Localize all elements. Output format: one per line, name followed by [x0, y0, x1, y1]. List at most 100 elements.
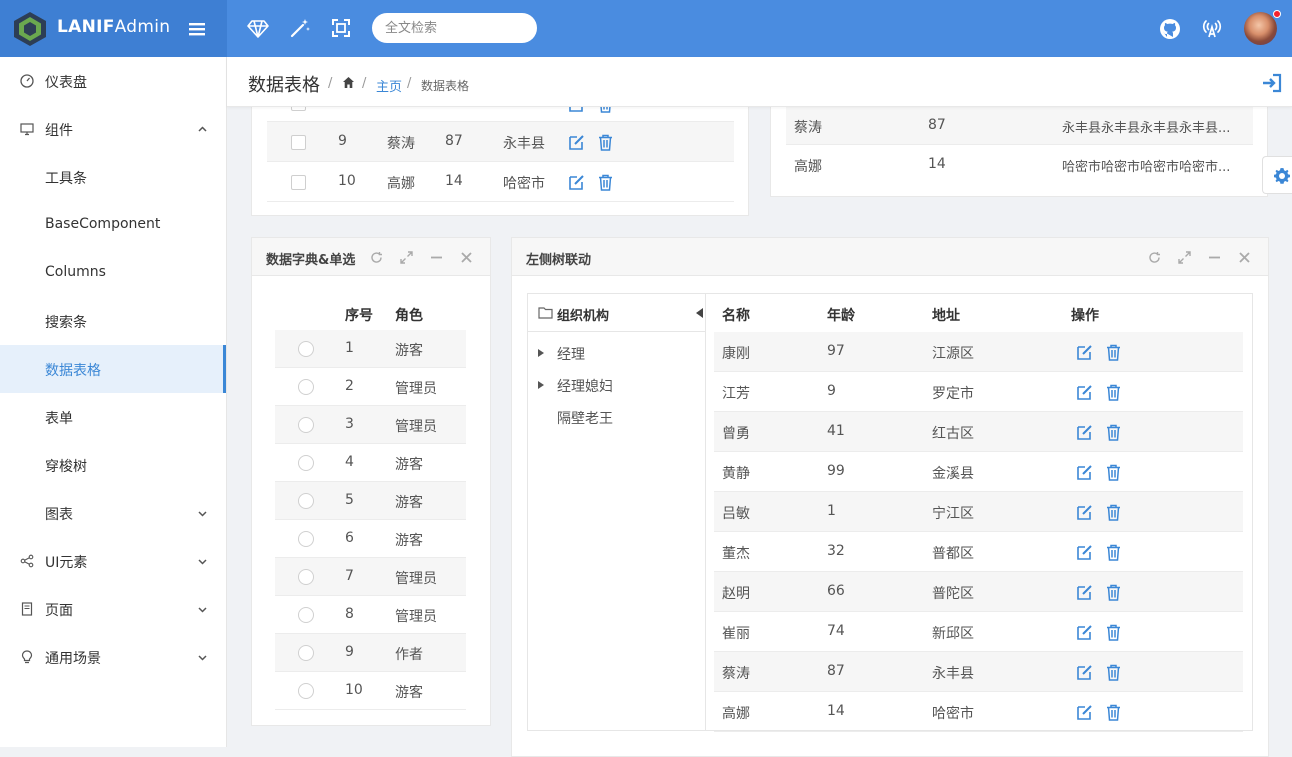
home-icon[interactable] [342, 76, 355, 89]
close-icon[interactable] [1238, 251, 1251, 264]
cell-name: 曾勇 [722, 426, 750, 442]
sidebar-item-basecomponent[interactable]: BaseComponent [0, 201, 226, 249]
sidebar-item-form[interactable]: 表单 [0, 393, 226, 441]
sidebar-item-toolbar[interactable]: 工具条 [0, 153, 226, 201]
row-radio[interactable] [298, 531, 314, 547]
github-icon[interactable] [1159, 18, 1181, 40]
refresh-icon[interactable] [1148, 251, 1161, 264]
row-checkbox[interactable] [291, 175, 306, 190]
edit-icon[interactable] [1076, 504, 1093, 521]
sidebar-item-scenarios[interactable]: 通用场景 [0, 633, 226, 681]
table-row[interactable]: 6 游客 [275, 520, 466, 558]
table-row[interactable]: 3 管理员 [275, 406, 466, 444]
close-icon[interactable] [460, 251, 473, 264]
delete-icon[interactable] [1105, 584, 1122, 601]
cell-age: 87 [928, 117, 946, 133]
cell-name: 蔡涛 [387, 136, 415, 152]
breadcrumb-home-link[interactable]: 主页 [376, 76, 402, 95]
column-header-name[interactable]: 名称 [722, 305, 750, 325]
sidebar-item-pages[interactable]: 页面 [0, 585, 226, 633]
edit-icon[interactable] [1076, 624, 1093, 641]
row-radio[interactable] [298, 493, 314, 509]
minimize-icon[interactable] [1208, 251, 1221, 264]
search-input[interactable] [372, 13, 537, 43]
delete-icon[interactable] [1105, 704, 1122, 721]
share-icon [20, 554, 34, 568]
edit-icon[interactable] [1076, 704, 1093, 721]
table-row[interactable]: 10 游客 [275, 672, 466, 710]
caret-right-icon[interactable] [538, 381, 544, 389]
sign-in-icon[interactable] [1261, 73, 1283, 93]
delete-icon[interactable] [1105, 344, 1122, 361]
sidebar-item-components[interactable]: 组件 [0, 105, 226, 153]
row-radio[interactable] [298, 645, 314, 661]
minimize-icon[interactable] [430, 251, 443, 264]
broadcast-icon[interactable] [1201, 17, 1223, 39]
table-row[interactable]: 9 作者 [275, 634, 466, 672]
table-row[interactable]: 1 游客 [275, 330, 466, 368]
fullscreen-icon[interactable] [330, 17, 352, 39]
column-header-address[interactable]: 地址 [932, 305, 960, 325]
expand-icon[interactable] [400, 251, 413, 264]
delete-icon[interactable] [597, 134, 614, 151]
tree-node[interactable]: 经理 [557, 344, 585, 364]
sidebar-item-dashboard[interactable]: 仪表盘 [0, 57, 226, 105]
edit-icon[interactable] [1076, 344, 1093, 361]
expand-icon[interactable] [1178, 251, 1191, 264]
collapse-arrow-icon[interactable] [696, 308, 703, 318]
cell-age: 66 [827, 583, 845, 599]
menu-toggle-icon[interactable] [187, 19, 207, 39]
row-radio[interactable] [298, 455, 314, 471]
row-radio[interactable] [298, 607, 314, 623]
magic-wand-icon[interactable] [289, 17, 311, 39]
sidebar-item-ui-elements[interactable]: UI元素 [0, 537, 226, 585]
sidebar-item-datatable[interactable]: 数据表格 [0, 345, 226, 393]
delete-icon[interactable] [1105, 544, 1122, 561]
column-header-role[interactable]: 角色 [395, 305, 423, 325]
table-row: 吕敏 1 宁江区 [714, 492, 1243, 532]
delete-icon[interactable] [1105, 504, 1122, 521]
diamond-icon[interactable] [247, 17, 269, 39]
delete-icon[interactable] [1105, 664, 1122, 681]
settings-tab[interactable] [1262, 156, 1292, 194]
brand-area[interactable]: LANIFAdmin [0, 0, 227, 57]
edit-icon[interactable] [1076, 584, 1093, 601]
table-row: 曾勇 41 红古区 [714, 412, 1243, 452]
edit-icon[interactable] [568, 134, 585, 151]
row-radio[interactable] [298, 417, 314, 433]
tree-node[interactable]: 经理媳妇 [557, 376, 613, 396]
sidebar-item-transfer-tree[interactable]: 穿梭树 [0, 441, 226, 489]
row-radio[interactable] [298, 341, 314, 357]
delete-icon[interactable] [597, 174, 614, 191]
table-row[interactable]: 5 游客 [275, 482, 466, 520]
edit-icon[interactable] [1076, 544, 1093, 561]
edit-icon[interactable] [1076, 664, 1093, 681]
sidebar-item-searchbar[interactable]: 搜索条 [0, 297, 226, 345]
refresh-icon[interactable] [370, 251, 383, 264]
edit-icon[interactable] [1076, 424, 1093, 441]
delete-icon[interactable] [1105, 464, 1122, 481]
sidebar-item-columns[interactable]: Columns [0, 249, 226, 297]
sidebar-item-charts[interactable]: 图表 [0, 489, 226, 537]
tree-node[interactable]: 隔壁老王 [557, 408, 613, 428]
delete-icon[interactable] [1105, 384, 1122, 401]
table-row[interactable]: 2 管理员 [275, 368, 466, 406]
cell-id: 5 [345, 492, 354, 508]
row-checkbox[interactable] [291, 135, 306, 150]
column-header-id[interactable]: 序号 [345, 305, 373, 325]
caret-right-icon[interactable] [538, 349, 544, 357]
edit-icon[interactable] [568, 174, 585, 191]
table-row[interactable]: 7 管理员 [275, 558, 466, 596]
row-radio[interactable] [298, 569, 314, 585]
top-navbar: LANIFAdmin [0, 0, 1292, 57]
edit-icon[interactable] [1076, 384, 1093, 401]
edit-icon[interactable] [1076, 464, 1093, 481]
column-header-age[interactable]: 年龄 [827, 305, 855, 325]
table-row[interactable]: 4 游客 [275, 444, 466, 482]
user-avatar[interactable] [1244, 12, 1277, 45]
delete-icon[interactable] [1105, 624, 1122, 641]
row-radio[interactable] [298, 683, 314, 699]
delete-icon[interactable] [1105, 424, 1122, 441]
row-radio[interactable] [298, 379, 314, 395]
table-row[interactable]: 8 管理员 [275, 596, 466, 634]
